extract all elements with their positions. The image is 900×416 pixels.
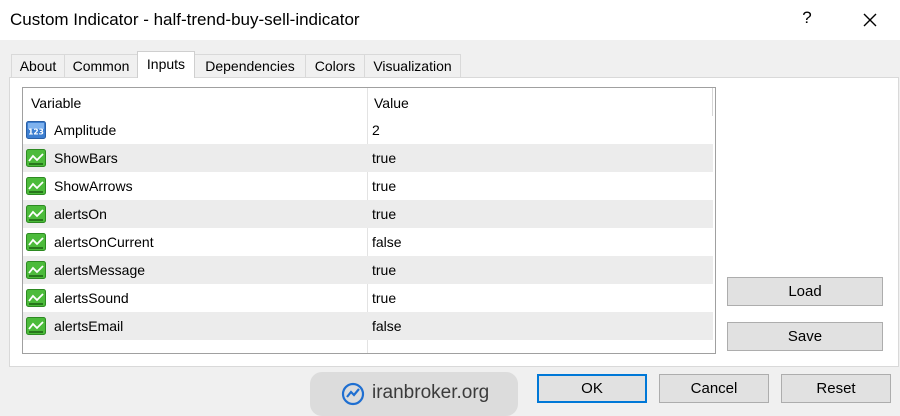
variable-value[interactable]: true [372,290,396,306]
variable-name: ShowArrows [54,178,133,194]
table-row[interactable]: alertsEmail false [23,312,713,340]
title-bar: Custom Indicator - half-trend-buy-sell-i… [0,0,900,40]
variable-value[interactable]: true [372,178,396,194]
variable-value[interactable]: true [372,150,396,166]
bool-green-icon [26,205,46,223]
iranbroker-logo-icon [341,382,365,406]
table-row[interactable]: alertsOnCurrent false [23,228,713,256]
variable-name: alertsOnCurrent [54,234,154,250]
load-button[interactable]: Load [727,277,883,306]
variable-value[interactable]: 2 [372,122,380,138]
table-row[interactable]: 123 Amplitude 2 [23,116,713,144]
svg-text:123: 123 [28,128,44,137]
save-button[interactable]: Save [727,322,883,351]
tab-about[interactable]: About [11,54,65,77]
inputs-grid[interactable]: Variable Value 123 Amplitude 2 ShowBars … [22,87,716,354]
variable-value[interactable]: true [372,206,396,222]
grid-header: Variable Value [23,88,715,116]
table-row[interactable]: ShowBars true [23,144,713,172]
variable-name: alertsSound [54,290,129,306]
close-icon[interactable] [856,6,884,34]
variable-value[interactable]: true [372,262,396,278]
variable-name: alertsMessage [54,262,146,278]
watermark-badge: iranbroker.org [310,372,518,416]
table-row[interactable]: alertsSound true [23,284,713,312]
integer-123-icon: 123 [26,121,46,139]
header-value[interactable]: Value [374,95,409,111]
bool-green-icon [26,233,46,251]
bool-green-icon [26,149,46,167]
variable-name: alertsOn [54,206,107,222]
bool-green-icon [26,261,46,279]
cancel-button[interactable]: Cancel [659,374,769,403]
tab-dependencies[interactable]: Dependencies [194,54,306,77]
table-row[interactable]: alertsOn true [23,200,713,228]
bool-green-icon [26,177,46,195]
header-variable[interactable]: Variable [31,95,81,111]
reset-button[interactable]: Reset [781,374,891,403]
variable-name: Amplitude [54,122,117,138]
table-row[interactable]: alertsMessage true [23,256,713,284]
watermark-text: iranbroker.org [372,382,490,403]
variable-name: alertsEmail [54,318,124,334]
variable-name: ShowBars [54,150,118,166]
tab-inputs[interactable]: Inputs [137,51,195,78]
variable-value[interactable]: false [372,234,402,250]
tab-common[interactable]: Common [64,54,138,77]
tab-colors[interactable]: Colors [305,54,365,77]
tab-visualization[interactable]: Visualization [364,54,461,77]
ok-button[interactable]: OK [537,374,647,403]
window-title: Custom Indicator - half-trend-buy-sell-i… [10,10,360,29]
help-button[interactable]: ? [797,8,817,28]
bool-green-icon [26,317,46,335]
table-row[interactable]: ShowArrows true [23,172,713,200]
bool-green-icon [26,289,46,307]
variable-value[interactable]: false [372,318,402,334]
